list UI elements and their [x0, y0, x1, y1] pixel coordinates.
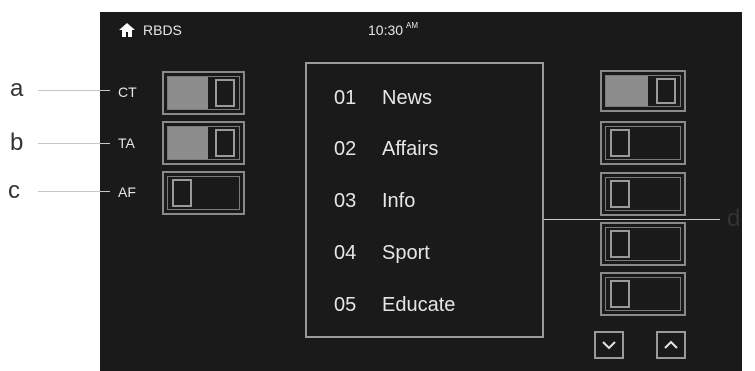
list-item[interactable]: 05 Educate — [334, 293, 455, 317]
option-label-af: AF — [118, 184, 136, 200]
list-item-label: News — [382, 87, 433, 109]
callout-c: c — [8, 177, 20, 204]
right-toggle-1[interactable] — [600, 70, 686, 112]
chevron-up-icon — [664, 340, 678, 349]
toggle-knob — [215, 129, 235, 157]
home-icon[interactable] — [118, 21, 136, 39]
option-label-ta: TA — [118, 135, 135, 151]
list-item-label: Educate — [382, 294, 456, 316]
toggle-knob — [610, 129, 630, 157]
option-label-ct: CT — [118, 84, 137, 100]
list-item-label: Sport — [382, 242, 430, 264]
list-item-label: Info — [382, 190, 416, 212]
scroll-down-button[interactable] — [594, 331, 624, 359]
list-item-label: Affairs — [382, 138, 439, 160]
right-toggle-5[interactable] — [600, 272, 686, 316]
clock-time: 10:30 — [368, 22, 404, 38]
toggle-knob — [656, 78, 676, 104]
list-item[interactable]: 04 Sport — [334, 241, 430, 265]
toggle-knob — [610, 280, 630, 308]
clock: 10:30 AM — [368, 21, 418, 39]
toggle-knob — [610, 230, 630, 258]
list-item-number: 05 — [334, 294, 357, 316]
list-item-number: 01 — [334, 87, 357, 109]
toggle-knob — [215, 79, 235, 107]
callout-d: d — [727, 205, 741, 232]
list-item-number: 04 — [334, 242, 357, 264]
scroll-up-button[interactable] — [656, 331, 686, 359]
chevron-down-icon — [602, 341, 616, 350]
clock-ampm: AM — [406, 21, 419, 30]
right-toggle-4[interactable] — [600, 222, 686, 266]
callout-b-line — [38, 143, 110, 144]
toggle-ta[interactable] — [162, 121, 245, 165]
callout-a-line — [38, 90, 110, 91]
callout-b: b — [10, 129, 24, 156]
toggle-knob — [172, 179, 192, 207]
list-item[interactable]: 03 Info — [334, 189, 415, 213]
list-item-number: 03 — [334, 190, 357, 212]
toggle-af[interactable] — [162, 171, 245, 215]
list-item[interactable]: 01 News — [334, 86, 432, 110]
right-toggle-3[interactable] — [600, 172, 686, 216]
callout-d-line — [544, 219, 720, 220]
toggle-ct[interactable] — [162, 71, 245, 115]
list-item-number: 02 — [334, 138, 357, 160]
callout-a: a — [10, 75, 24, 102]
right-toggle-2[interactable] — [600, 121, 686, 165]
page-title: RBDS — [143, 22, 182, 38]
callout-c-line — [38, 191, 110, 192]
list-item[interactable]: 02 Affairs — [334, 137, 438, 161]
toggle-knob — [610, 180, 630, 208]
